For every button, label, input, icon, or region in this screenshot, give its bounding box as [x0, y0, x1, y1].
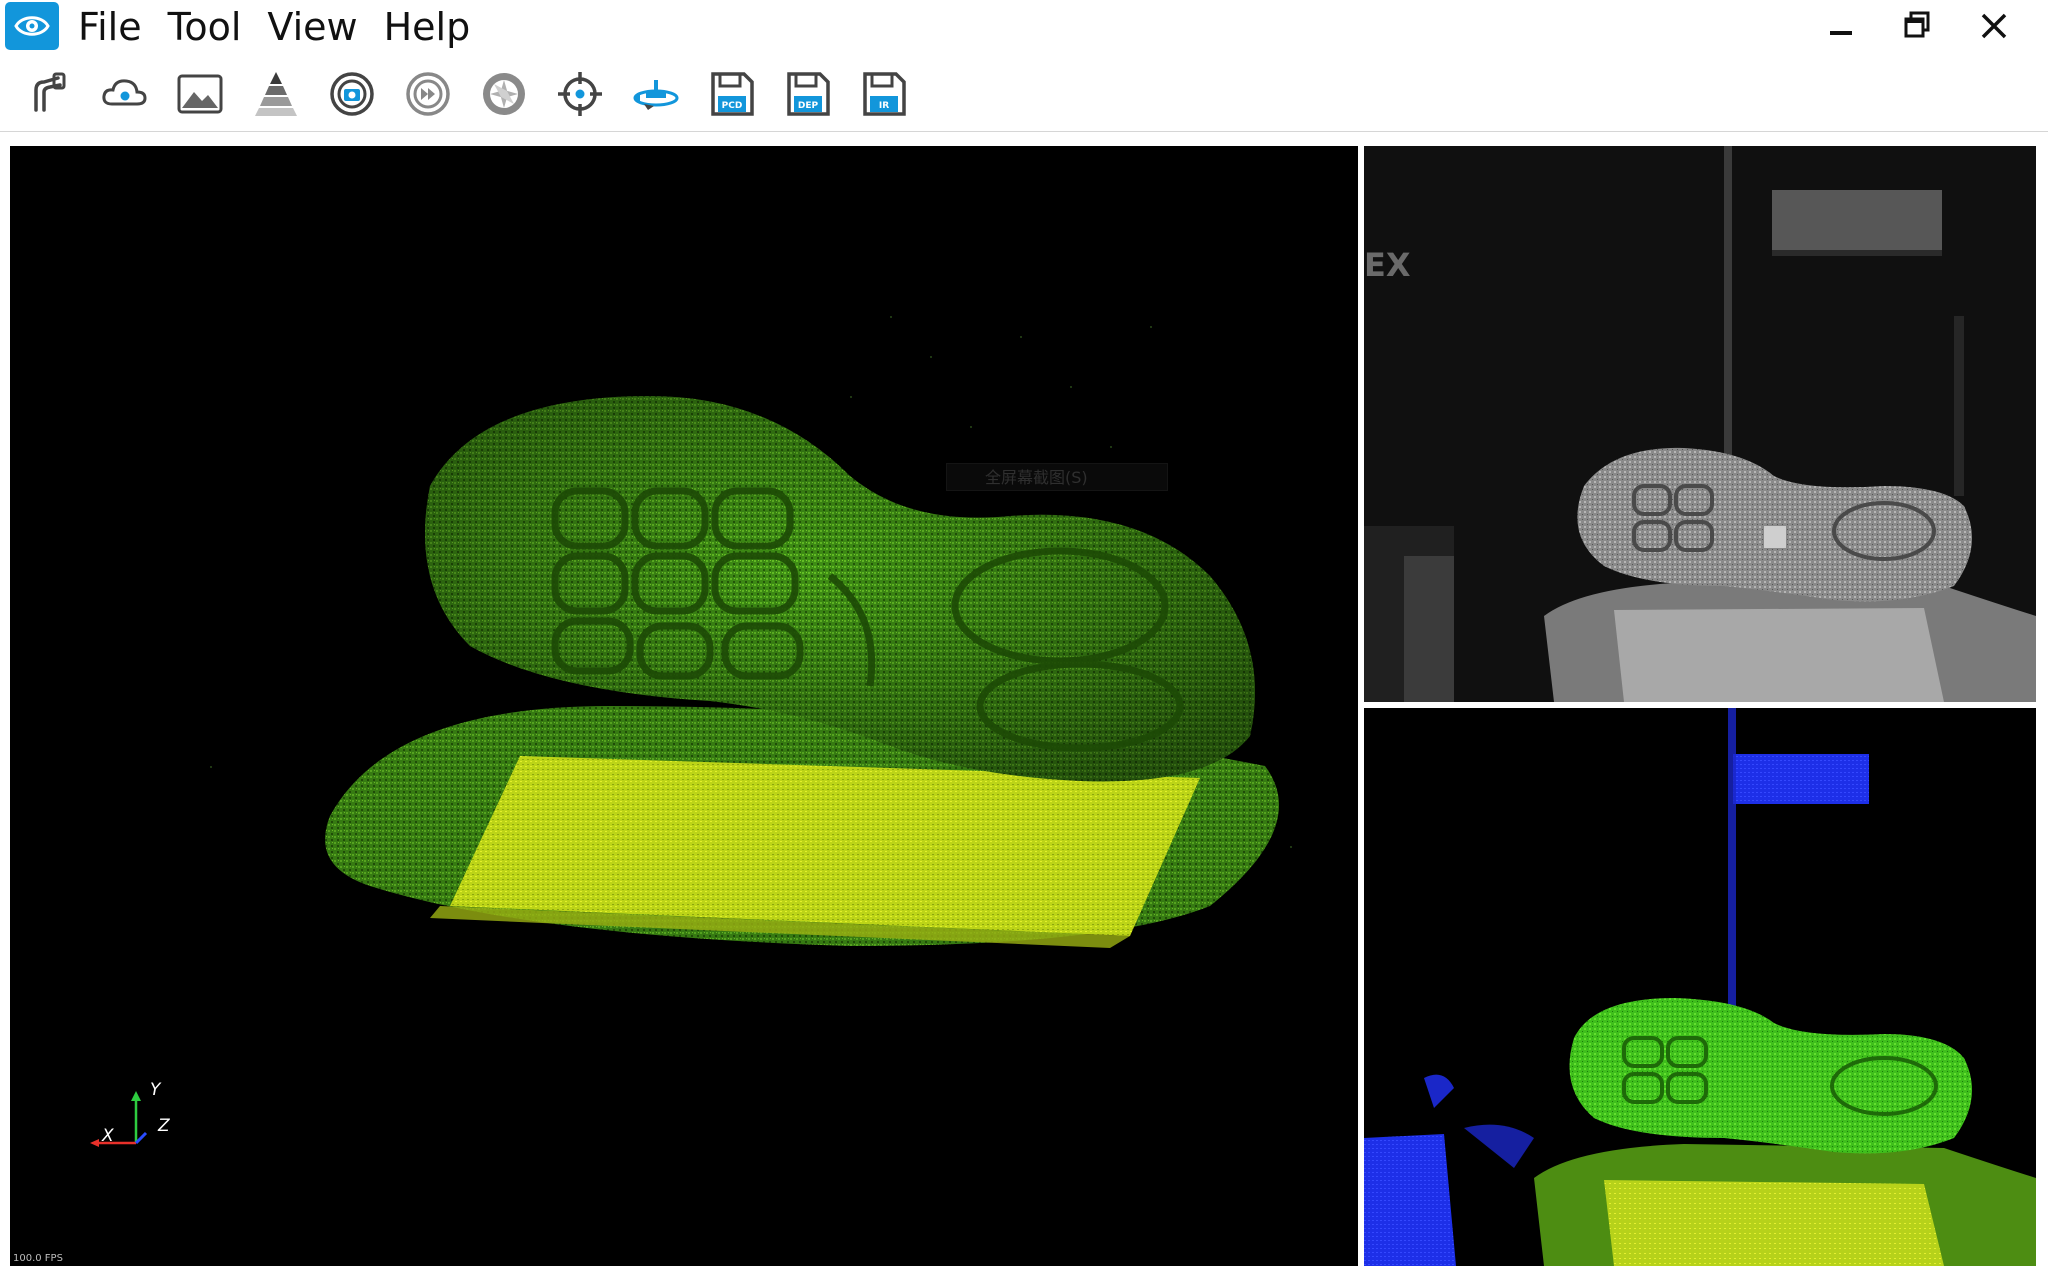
- save-ir-button[interactable]: IR: [856, 66, 912, 122]
- menu-view[interactable]: View: [267, 0, 357, 54]
- aperture-button[interactable]: [476, 66, 532, 122]
- menu-help[interactable]: Help: [384, 0, 471, 54]
- point-cloud-icon: [102, 79, 147, 106]
- depth-layers-icon: [255, 72, 297, 116]
- depth-layers-button[interactable]: [248, 66, 304, 122]
- save-ir-icon: IR: [863, 72, 906, 116]
- restore-icon: [1904, 11, 1930, 38]
- save-ir-label: IR: [879, 101, 889, 111]
- close-button[interactable]: [1964, 2, 2024, 52]
- minimize-icon: [1830, 31, 1852, 35]
- depth-render: [1364, 708, 2036, 1266]
- axis-z-label: Z: [158, 1116, 170, 1136]
- connect-device-icon: [34, 72, 66, 112]
- toolbar: PCD DEP IR: [0, 56, 2048, 130]
- capture-icon: [330, 72, 374, 116]
- axis-x-label: X: [102, 1126, 114, 1146]
- close-icon: [1981, 13, 2007, 39]
- save-pcd-label: PCD: [722, 101, 743, 111]
- connect-device-button[interactable]: [20, 66, 76, 122]
- axis-y-label: Y: [150, 1080, 161, 1100]
- ir-view[interactable]: EX: [1364, 146, 2036, 702]
- continuous-capture-icon: [406, 72, 450, 116]
- target-button[interactable]: [552, 66, 608, 122]
- capture-button[interactable]: [324, 66, 380, 122]
- ir-watermark: EX: [1364, 246, 1411, 284]
- menu-tool[interactable]: Tool: [168, 0, 242, 54]
- rotate-view-icon: [633, 80, 679, 110]
- pointcloud-render: [210, 316, 1292, 948]
- minimize-button[interactable]: [1812, 2, 1872, 52]
- continuous-capture-button[interactable]: [400, 66, 456, 122]
- fps-counter: 100.0 FPS: [13, 1253, 63, 1264]
- ir-render: EX: [1364, 146, 2036, 702]
- save-pcd-icon: PCD: [711, 72, 754, 116]
- pointcloud-view[interactable]: 全屏幕截图(S) Y X Z 100.0 FPS: [10, 146, 1358, 1266]
- menu-bar: File Tool View Help: [78, 0, 496, 54]
- restore-button[interactable]: [1888, 2, 1948, 52]
- save-dep-icon: DEP: [787, 72, 830, 116]
- depth-view[interactable]: [1364, 708, 2036, 1266]
- save-dep-button[interactable]: DEP: [780, 66, 836, 122]
- image-icon: [177, 74, 223, 114]
- save-dep-label: DEP: [798, 101, 819, 111]
- aperture-icon: [483, 73, 525, 115]
- target-icon: [558, 72, 602, 116]
- save-pcd-button[interactable]: PCD: [704, 66, 760, 122]
- menu-file[interactable]: File: [78, 0, 142, 54]
- context-menu-hint: 全屏幕截图(S): [946, 463, 1168, 491]
- toolbar-divider: [0, 131, 2048, 132]
- eye-icon[interactable]: [5, 2, 59, 50]
- image-button[interactable]: [172, 66, 228, 122]
- point-cloud-button[interactable]: [96, 66, 152, 122]
- app-window: File Tool View Help PCD DEP IR 全屏幕截图(S) …: [0, 0, 2048, 1266]
- rotate-view-button[interactable]: [628, 66, 684, 122]
- title-bar: File Tool View Help: [0, 0, 2048, 54]
